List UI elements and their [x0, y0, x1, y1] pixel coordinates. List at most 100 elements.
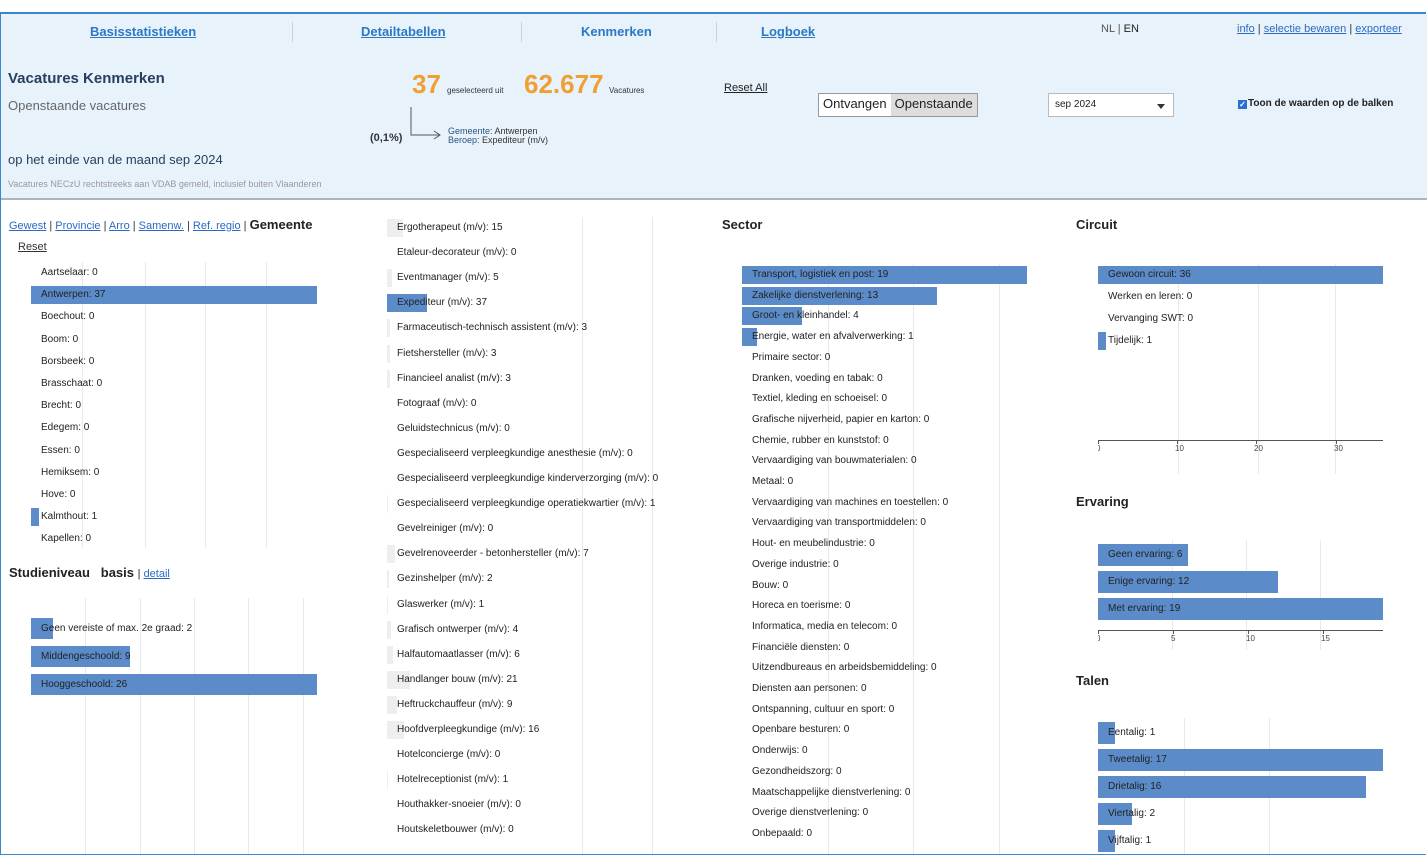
studie-row[interactable]: Middengeschoold: 9 — [31, 646, 131, 667]
studie-row[interactable]: Hooggeschoold: 26 — [31, 674, 317, 695]
sector-row[interactable]: Ontspanning, cultuur en sport: 0 — [742, 701, 894, 719]
geo-row[interactable]: Hemiksem: 0 — [31, 464, 99, 482]
talen-row[interactable]: Viertalig: 2 — [1098, 803, 1155, 825]
circuit-row[interactable]: Vervanging SWT: 0 — [1098, 310, 1193, 328]
talen-row[interactable]: Vijftalig: 1 — [1098, 830, 1151, 852]
beroep-row[interactable]: Gevelrenoveerder - betonhersteller (m/v)… — [387, 545, 589, 564]
beroep-row[interactable]: Heftruckchauffeur (m/v): 9 — [387, 695, 512, 714]
beroep-row[interactable]: Grafisch ontwerper (m/v): 4 — [387, 620, 518, 639]
studie-row[interactable]: Geen vereiste of max. 2e graad: 2 — [31, 618, 192, 639]
talen-row[interactable]: Drietalig: 16 — [1098, 776, 1366, 798]
sector-row[interactable]: Overige industrie: 0 — [742, 556, 839, 574]
geo-row[interactable]: Boechout: 0 — [31, 308, 94, 326]
tab-samenw[interactable]: Samenw. — [139, 220, 184, 232]
sector-row[interactable]: Openbare besturen: 0 — [742, 721, 849, 739]
nav-detailtabellen[interactable]: Detailtabellen — [361, 24, 446, 39]
sector-row[interactable]: Onbepaald: 0 — [742, 825, 812, 843]
geo-row[interactable]: Brasschaat: 0 — [31, 375, 102, 393]
beroep-row[interactable]: Hotelreceptionist (m/v): 1 — [387, 771, 508, 790]
beroep-row[interactable]: Geluidstechnicus (m/v): 0 — [387, 420, 510, 438]
beroep-row[interactable]: Etaleur-decorateur (m/v): 0 — [387, 244, 517, 262]
circuit-row[interactable]: Gewoon circuit: 36 — [1098, 266, 1383, 284]
month-select[interactable]: sep 2024 — [1048, 93, 1174, 117]
sector-row[interactable]: Textiel, kleding en schoeisel: 0 — [742, 390, 887, 408]
tab-gewest[interactable]: Gewest — [9, 220, 46, 232]
beroep-row[interactable]: Gespecialiseerd verpleegkundige kinderve… — [387, 470, 658, 488]
beroep-row[interactable]: Hoofdverpleegkundige (m/v): 16 — [387, 721, 539, 739]
beroep-row[interactable]: Fietshersteller (m/v): 3 — [387, 344, 496, 363]
beroep-row[interactable]: Handlanger bouw (m/v): 21 — [387, 670, 518, 689]
geo-row[interactable]: Antwerpen: 37 — [31, 286, 317, 305]
sector-row[interactable]: Bouw: 0 — [742, 577, 788, 595]
tab-gemeente[interactable]: Gemeente — [250, 217, 313, 232]
geo-row[interactable]: Kapellen: 0 — [31, 530, 91, 548]
studie-detail-tab[interactable]: detail — [144, 568, 170, 580]
circuit-row[interactable]: Werken en leren: 0 — [1098, 288, 1192, 306]
sector-row[interactable]: Vervaardiging van machines en toestellen… — [742, 494, 948, 512]
talen-row[interactable]: Eentalig: 1 — [1098, 722, 1155, 744]
beroep-row[interactable]: Eventmanager (m/v): 5 — [387, 269, 499, 288]
sector-row[interactable]: Financiële diensten: 0 — [742, 639, 849, 657]
talen-row[interactable]: Tweetalig: 17 — [1098, 749, 1383, 771]
geo-row[interactable]: Hove: 0 — [31, 486, 75, 504]
sector-row[interactable]: Grafische nijverheid, papier en karton: … — [742, 411, 929, 429]
beroep-row[interactable]: Ergotherapeut (m/v): 15 — [387, 219, 503, 237]
sector-row[interactable]: Maatschappelijke dienstverlening: 0 — [742, 784, 910, 802]
show-values-checkbox[interactable]: ✓ Toon de waarden op de balken — [1238, 98, 1393, 109]
info-link[interactable]: info — [1237, 23, 1255, 35]
beroep-row[interactable]: Gespecialiseerd verpleegkundige anesthes… — [387, 445, 633, 463]
beroep-row[interactable]: Gevelreiniger (m/v): 0 — [387, 520, 493, 538]
sector-row[interactable]: Onderwijs: 0 — [742, 742, 808, 760]
nav-logboek[interactable]: Logboek — [761, 24, 815, 39]
sector-row[interactable]: Vervaardiging van bouwmaterialen: 0 — [742, 452, 917, 470]
sector-row[interactable]: Dranken, voeding en tabak: 0 — [742, 370, 883, 388]
ervaring-row[interactable]: Met ervaring: 19 — [1098, 598, 1383, 620]
beroep-row[interactable]: Houthakker-snoeier (m/v): 0 — [387, 796, 521, 814]
sector-row[interactable]: Energie, water en afvalverwerking: 1 — [742, 328, 914, 347]
geo-row[interactable]: Essen: 0 — [31, 442, 80, 460]
sector-row[interactable]: Uitzendbureaus en arbeidsbemiddeling: 0 — [742, 659, 937, 677]
sector-row[interactable]: Chemie, rubber en kunststof: 0 — [742, 432, 889, 450]
ervaring-row[interactable]: Enige ervaring: 12 — [1098, 571, 1278, 593]
beroep-row[interactable]: Hotelconcierge (m/v): 0 — [387, 746, 500, 764]
sector-row[interactable]: Groot- en kleinhandel: 4 — [742, 307, 859, 326]
beroep-row[interactable]: Houtskeletbouwer (m/v): 0 — [387, 821, 514, 839]
sector-row[interactable]: Diensten aan personen: 0 — [742, 680, 867, 698]
sector-row[interactable]: Overige dienstverlening: 0 — [742, 804, 868, 822]
geo-row[interactable]: Brecht: 0 — [31, 397, 81, 415]
ervaring-row[interactable]: Geen ervaring: 6 — [1098, 544, 1188, 566]
sector-row[interactable]: Transport, logistiek en post: 19 — [742, 266, 1027, 284]
sector-row[interactable]: Metaal: 0 — [742, 473, 793, 491]
reset-all-button[interactable]: Reset All — [724, 82, 767, 94]
beroep-row[interactable]: Fotograaf (m/v): 0 — [387, 395, 476, 413]
lang-en[interactable]: EN — [1124, 23, 1139, 35]
toggle-ontvangen[interactable]: Ontvangen — [819, 94, 891, 116]
sector-row[interactable]: Horeca en toerisme: 0 — [742, 597, 850, 615]
beroep-row[interactable]: Financieel analist (m/v): 3 — [387, 369, 511, 388]
toggle-openstaande[interactable]: Openstaande — [890, 94, 977, 116]
beroep-row[interactable]: Expediteur (m/v): 37 — [387, 294, 487, 313]
sector-row[interactable]: Zakelijke dienstverlening: 13 — [742, 286, 937, 305]
geo-row[interactable]: Borsbeek: 0 — [31, 353, 94, 371]
sector-row[interactable]: Informatica, media en telecom: 0 — [742, 618, 897, 636]
studie-basis-tab[interactable]: basis — [101, 565, 134, 580]
selectie-bewaren-link[interactable]: selectie bewaren — [1264, 23, 1347, 35]
tab-provincie[interactable]: Provincie — [55, 220, 100, 232]
lang-nl[interactable]: NL — [1101, 23, 1115, 35]
geo-row[interactable]: Aartselaar: 0 — [31, 264, 98, 282]
tab-arro[interactable]: Arro — [109, 220, 130, 232]
beroep-row[interactable]: Gezinshelper (m/v): 2 — [387, 570, 493, 589]
sector-row[interactable]: Hout- en meubelindustrie: 0 — [742, 535, 875, 553]
beroep-row[interactable]: Farmaceutisch-technisch assistent (m/v):… — [387, 319, 587, 338]
geo-reset-button[interactable]: Reset — [18, 241, 47, 253]
geo-row[interactable]: Boom: 0 — [31, 331, 78, 349]
beroep-row[interactable]: Halfautomaatlasser (m/v): 6 — [387, 645, 520, 664]
beroep-row[interactable]: Gespecialiseerd verpleegkundige operatie… — [387, 495, 655, 514]
exporteer-link[interactable]: exporteer — [1355, 23, 1401, 35]
geo-row[interactable]: Kalmthout: 1 — [31, 508, 97, 527]
nav-basisstatistieken[interactable]: Basisstatistieken — [90, 24, 196, 39]
sector-row[interactable]: Gezondheidszorg: 0 — [742, 763, 842, 781]
sector-row[interactable]: Primaire sector: 0 — [742, 349, 830, 367]
geo-row[interactable]: Edegem: 0 — [31, 419, 89, 437]
circuit-row[interactable]: Tijdelijk: 1 — [1098, 332, 1152, 350]
